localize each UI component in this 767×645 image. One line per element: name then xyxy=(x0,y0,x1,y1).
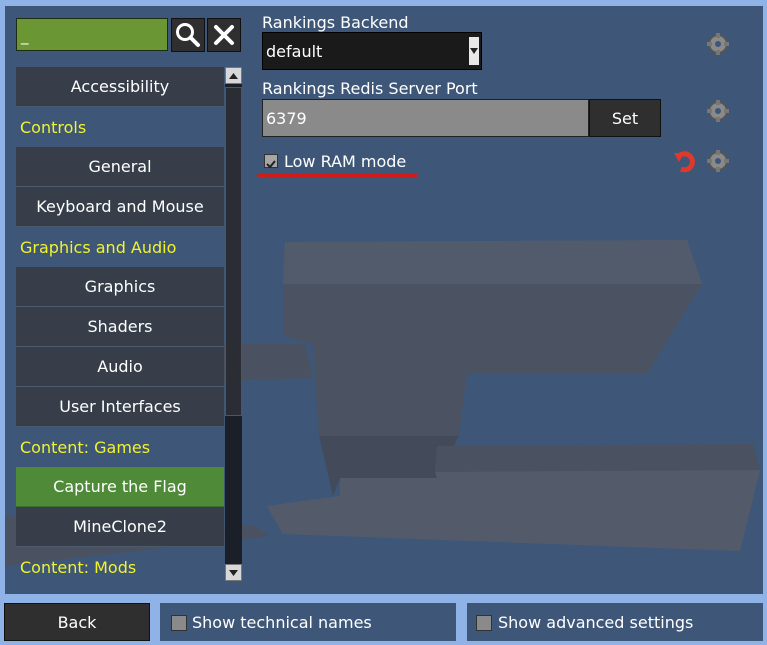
scroll-down-button[interactable] xyxy=(225,564,242,581)
check-icon xyxy=(266,160,276,169)
sidebar-section-content-mods[interactable]: Content: Mods xyxy=(16,547,224,587)
back-button[interactable]: Back xyxy=(4,603,150,641)
highlight-underline xyxy=(257,174,418,177)
show-advanced-settings-checkbox[interactable] xyxy=(476,615,492,631)
redis-port-input[interactable]: 6379 xyxy=(262,99,589,137)
chevron-up-icon xyxy=(229,72,238,79)
show-technical-names-label: Show technical names xyxy=(192,613,372,632)
low-ram-mode-checkbox[interactable] xyxy=(264,154,278,169)
gear-icon[interactable] xyxy=(706,32,730,56)
close-icon xyxy=(214,25,234,45)
sidebar-item-mineclone2[interactable]: MineClone2 xyxy=(16,507,224,547)
sidebar-item-audio[interactable]: Audio xyxy=(16,347,224,387)
reset-icon[interactable] xyxy=(673,149,697,173)
sidebar-scrollbar[interactable] xyxy=(225,67,242,581)
redis-port-value: 6379 xyxy=(266,109,307,128)
sidebar-section-controls[interactable]: Controls xyxy=(16,107,224,147)
scrollbar-thumb[interactable] xyxy=(225,87,242,416)
show-technical-names-checkbox[interactable] xyxy=(171,615,187,631)
set-button[interactable]: Set xyxy=(589,99,661,137)
sidebar-section-content-games[interactable]: Content: Games xyxy=(16,427,224,467)
scroll-up-button[interactable] xyxy=(225,67,242,84)
sidebar-item-accessibility[interactable]: Accessibility xyxy=(16,67,224,107)
sidebar-item-general[interactable]: General xyxy=(16,147,224,187)
show-advanced-settings-label: Show advanced settings xyxy=(498,613,694,632)
dropdown-arrow xyxy=(469,37,479,65)
search-icon xyxy=(176,23,200,47)
sidebar-item-graphics[interactable]: Graphics xyxy=(16,267,224,307)
sidebar-item-keyboard-and-mouse[interactable]: Keyboard and Mouse xyxy=(16,187,224,227)
chevron-down-icon xyxy=(229,569,238,576)
rankings-backend-dropdown[interactable]: default xyxy=(262,32,482,70)
gear-icon[interactable] xyxy=(706,149,730,173)
low-ram-mode-label[interactable]: Low RAM mode xyxy=(284,152,406,171)
sidebar-item-user-interfaces[interactable]: User Interfaces xyxy=(16,387,224,427)
category-list: Accessibility Controls General Keyboard … xyxy=(16,67,224,587)
gear-icon[interactable] xyxy=(706,99,730,123)
search-button[interactable] xyxy=(171,18,205,52)
show-technical-names-toggle[interactable]: Show technical names xyxy=(160,603,456,641)
redis-port-label: Rankings Redis Server Port xyxy=(262,79,478,98)
show-advanced-settings-toggle[interactable]: Show advanced settings xyxy=(467,603,763,641)
settings-panel: _ Accessibility Controls General Keyboar… xyxy=(5,6,763,594)
sidebar-item-shaders[interactable]: Shaders xyxy=(16,307,224,347)
rankings-backend-value: default xyxy=(266,42,323,61)
rankings-backend-label: Rankings Backend xyxy=(262,13,409,32)
sidebar-item-capture-the-flag[interactable]: Capture the Flag xyxy=(16,467,224,507)
clear-search-button[interactable] xyxy=(207,18,241,52)
chevron-down-icon xyxy=(470,48,478,54)
search-input-value: _ xyxy=(21,27,29,45)
search-input[interactable]: _ xyxy=(16,18,168,51)
sidebar-section-graphics-and-audio[interactable]: Graphics and Audio xyxy=(16,227,224,267)
